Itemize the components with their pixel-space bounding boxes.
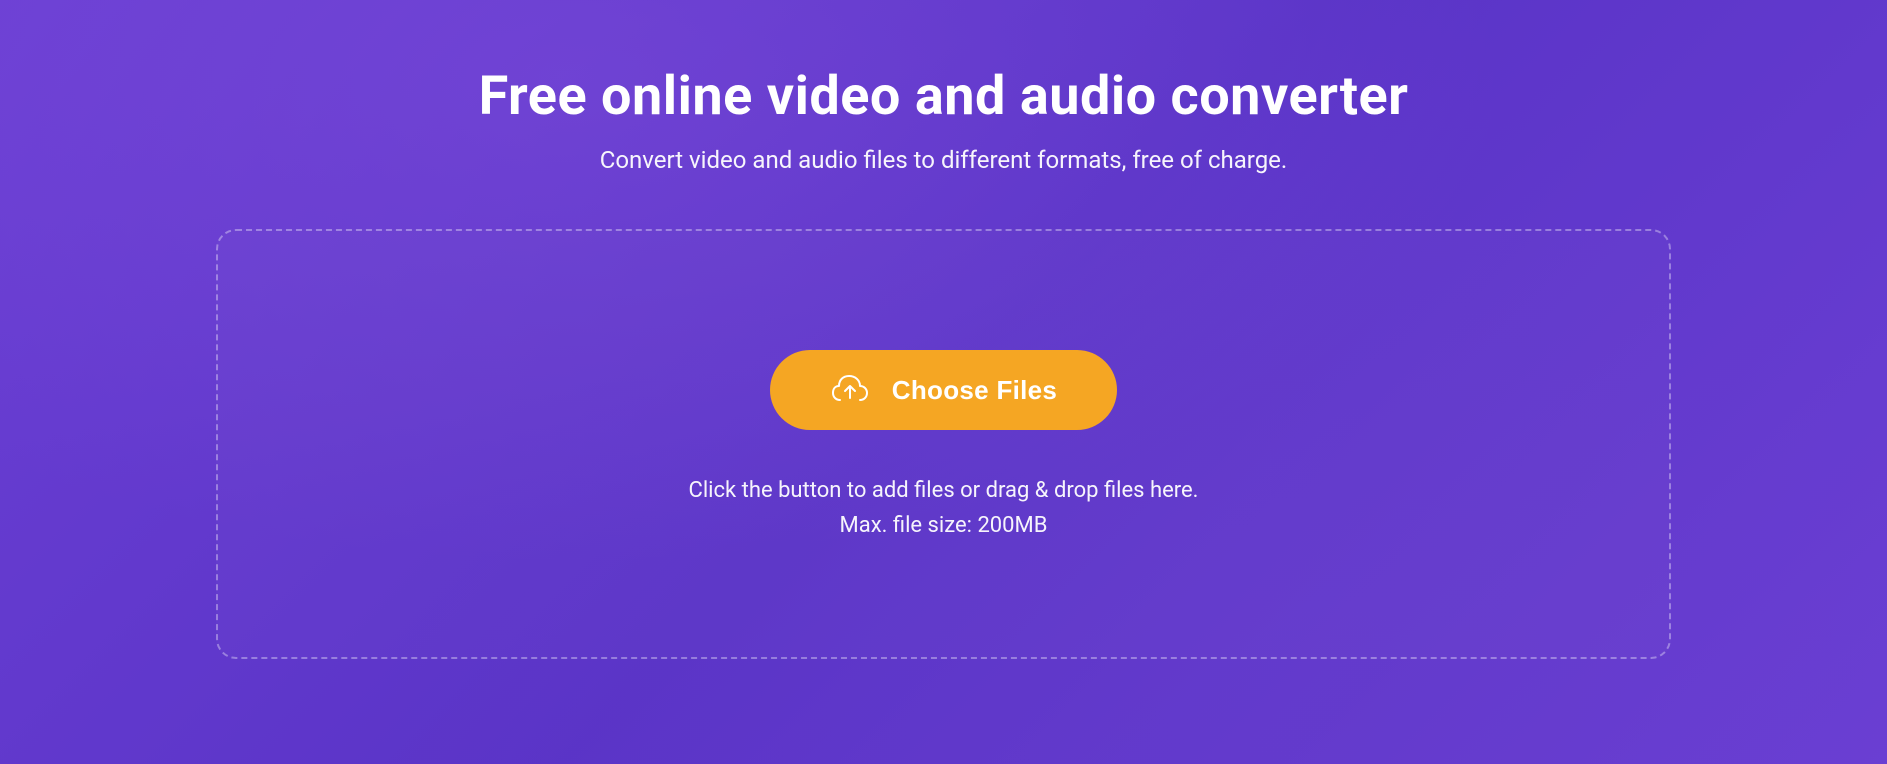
dropzone-hint-text: Click the button to add files or drag & … — [689, 478, 1199, 503]
choose-files-button[interactable]: Choose Files — [770, 350, 1117, 430]
cloud-upload-icon — [830, 374, 870, 406]
file-dropzone[interactable]: Choose Files Click the button to add fil… — [216, 229, 1671, 659]
choose-files-label: Choose Files — [892, 375, 1057, 406]
header: Free online video and audio converter Co… — [479, 65, 1409, 174]
page-title: Free online video and audio converter — [479, 65, 1409, 128]
page-subtitle: Convert video and audio files to differe… — [479, 146, 1409, 174]
main-container: Free online video and audio converter Co… — [0, 0, 1887, 764]
dropzone-max-size-text: Max. file size: 200MB — [840, 513, 1048, 538]
